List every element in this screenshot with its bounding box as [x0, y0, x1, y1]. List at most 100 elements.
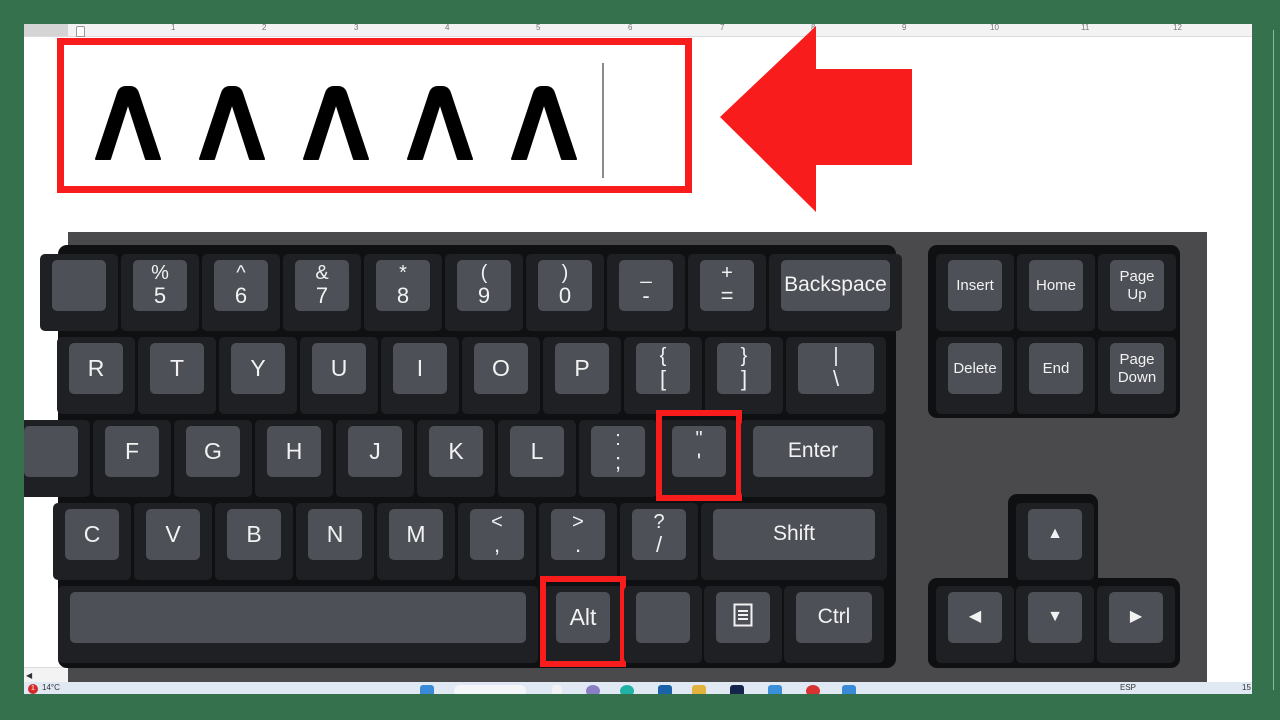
- task-view-icon[interactable]: [552, 685, 562, 694]
- key-number-row[interactable]: ) 0: [526, 254, 604, 331]
- key-cap[interactable]: [24, 426, 78, 477]
- key-cap[interactable]: ^ 6: [214, 260, 268, 311]
- word-icon[interactable]: [842, 685, 856, 694]
- chat-icon[interactable]: [586, 685, 600, 694]
- key-cap[interactable]: ▲: [1028, 509, 1082, 560]
- key-cap[interactable]: T: [150, 343, 204, 394]
- key-bottom-row[interactable]: B: [215, 503, 293, 580]
- key-cap[interactable]: R: [69, 343, 123, 394]
- key-cap[interactable]: I: [393, 343, 447, 394]
- key-top-row[interactable]: | \: [786, 337, 886, 414]
- key-bottom-row[interactable]: N: [296, 503, 374, 580]
- key-top-row[interactable]: O: [462, 337, 540, 414]
- arrow-key-down[interactable]: ▼: [1016, 586, 1094, 663]
- key-cap[interactable]: + =: [700, 260, 754, 311]
- key-cap[interactable]: ) 0: [538, 260, 592, 311]
- nav-key[interactable]: End: [1017, 337, 1095, 414]
- arrow-key-right[interactable]: ▶: [1097, 586, 1175, 663]
- key-cap[interactable]: {[: [636, 343, 690, 394]
- key-number-row[interactable]: Backspace: [769, 254, 902, 331]
- key-cap[interactable]: J: [348, 426, 402, 477]
- weather-notification-badge[interactable]: 1: [28, 684, 38, 694]
- clock[interactable]: 15: [1242, 683, 1251, 692]
- key-home-row[interactable]: H: [255, 420, 333, 497]
- key-cap[interactable]: Insert: [948, 260, 1002, 311]
- key-cap[interactable]: Y: [231, 343, 285, 394]
- scroll-left-icon[interactable]: ◀: [26, 671, 32, 680]
- key-cap[interactable]: * 8: [376, 260, 430, 311]
- key-top-row[interactable]: I: [381, 337, 459, 414]
- key-space[interactable]: [58, 586, 538, 663]
- key-home-row[interactable]: J: [336, 420, 414, 497]
- vertical-scrollbar[interactable]: [1273, 30, 1279, 690]
- key-number-row[interactable]: _ -: [607, 254, 685, 331]
- key-top-row[interactable]: {[: [624, 337, 702, 414]
- key-bottom-row[interactable]: C: [53, 503, 131, 580]
- key-bottom-row[interactable]: >.: [539, 503, 617, 580]
- key-top-row[interactable]: R: [57, 337, 135, 414]
- nav-key[interactable]: Delete: [936, 337, 1014, 414]
- key-bottom-row[interactable]: ? /: [620, 503, 698, 580]
- key-bottom-row[interactable]: V: [134, 503, 212, 580]
- key-home-row[interactable]: G: [174, 420, 252, 497]
- horizontal-scrollbar[interactable]: ◀: [24, 667, 68, 682]
- key-home-row[interactable]: :;: [579, 420, 657, 497]
- key-number-row[interactable]: & 7: [283, 254, 361, 331]
- key-top-row[interactable]: }]: [705, 337, 783, 414]
- key-cap[interactable]: Delete: [948, 343, 1002, 394]
- weather-temperature[interactable]: 14°C: [42, 683, 60, 692]
- key-cap[interactable]: _ -: [619, 260, 673, 311]
- arrow-key-left[interactable]: ◀: [936, 586, 1014, 663]
- key-menu[interactable]: [704, 586, 782, 663]
- key-cap[interactable]: Page Down: [1110, 343, 1164, 394]
- key-cap[interactable]: F: [105, 426, 159, 477]
- key-cap[interactable]: C: [65, 509, 119, 560]
- key-cap[interactable]: U: [312, 343, 366, 394]
- key-cap[interactable]: ▼: [1028, 592, 1082, 643]
- nav-key[interactable]: Page Up: [1098, 254, 1176, 331]
- key-cap[interactable]: Backspace: [781, 260, 890, 311]
- key-cap[interactable]: [70, 592, 526, 643]
- key-cap[interactable]: }]: [717, 343, 771, 394]
- store-icon[interactable]: [658, 685, 672, 694]
- key-cap[interactable]: P: [555, 343, 609, 394]
- key-number-row[interactable]: [40, 254, 118, 331]
- key-top-row[interactable]: T: [138, 337, 216, 414]
- nav-key[interactable]: Home: [1017, 254, 1095, 331]
- key-cap[interactable]: L: [510, 426, 564, 477]
- key-cap[interactable]: Page Up: [1110, 260, 1164, 311]
- browser-icon[interactable]: [806, 685, 820, 694]
- key-cap[interactable]: [52, 260, 106, 311]
- key-cap[interactable]: H: [267, 426, 321, 477]
- edge-icon[interactable]: [620, 685, 634, 694]
- key-cap[interactable]: ▶: [1109, 592, 1163, 643]
- key-fn[interactable]: [624, 586, 702, 663]
- key-top-row[interactable]: U: [300, 337, 378, 414]
- key-top-row[interactable]: P: [543, 337, 621, 414]
- briefcase-icon[interactable]: [768, 685, 782, 694]
- file-explorer-icon[interactable]: [692, 685, 706, 694]
- key-cap[interactable]: Home: [1029, 260, 1083, 311]
- key-bottom-row[interactable]: Shift: [701, 503, 887, 580]
- key-cap[interactable]: ◀: [948, 592, 1002, 643]
- key-cap[interactable]: B: [227, 509, 281, 560]
- key-number-row[interactable]: ^ 6: [202, 254, 280, 331]
- key-cap[interactable]: End: [1029, 343, 1083, 394]
- language-indicator[interactable]: ESP: [1120, 683, 1136, 692]
- key-cap[interactable]: <,: [470, 509, 524, 560]
- key-number-row[interactable]: % 5: [121, 254, 199, 331]
- key-cap[interactable]: G: [186, 426, 240, 477]
- horizontal-ruler[interactable]: 1 2 3 4 5 6 7 8 9 10 11 12: [24, 24, 1252, 37]
- nav-key[interactable]: Page Down: [1098, 337, 1176, 414]
- key-cap[interactable]: Ctrl: [796, 592, 872, 643]
- key-home-row[interactable]: [24, 420, 90, 497]
- key-home-row[interactable]: L: [498, 420, 576, 497]
- key-cap[interactable]: O: [474, 343, 528, 394]
- key-cap[interactable]: K: [429, 426, 483, 477]
- key-cap[interactable]: Enter: [753, 426, 873, 477]
- key-cap[interactable]: % 5: [133, 260, 187, 311]
- key-bottom-row[interactable]: M: [377, 503, 455, 580]
- arrow-key-up[interactable]: ▲: [1016, 503, 1094, 580]
- app-icon[interactable]: [730, 685, 744, 694]
- search-box[interactable]: [454, 685, 526, 694]
